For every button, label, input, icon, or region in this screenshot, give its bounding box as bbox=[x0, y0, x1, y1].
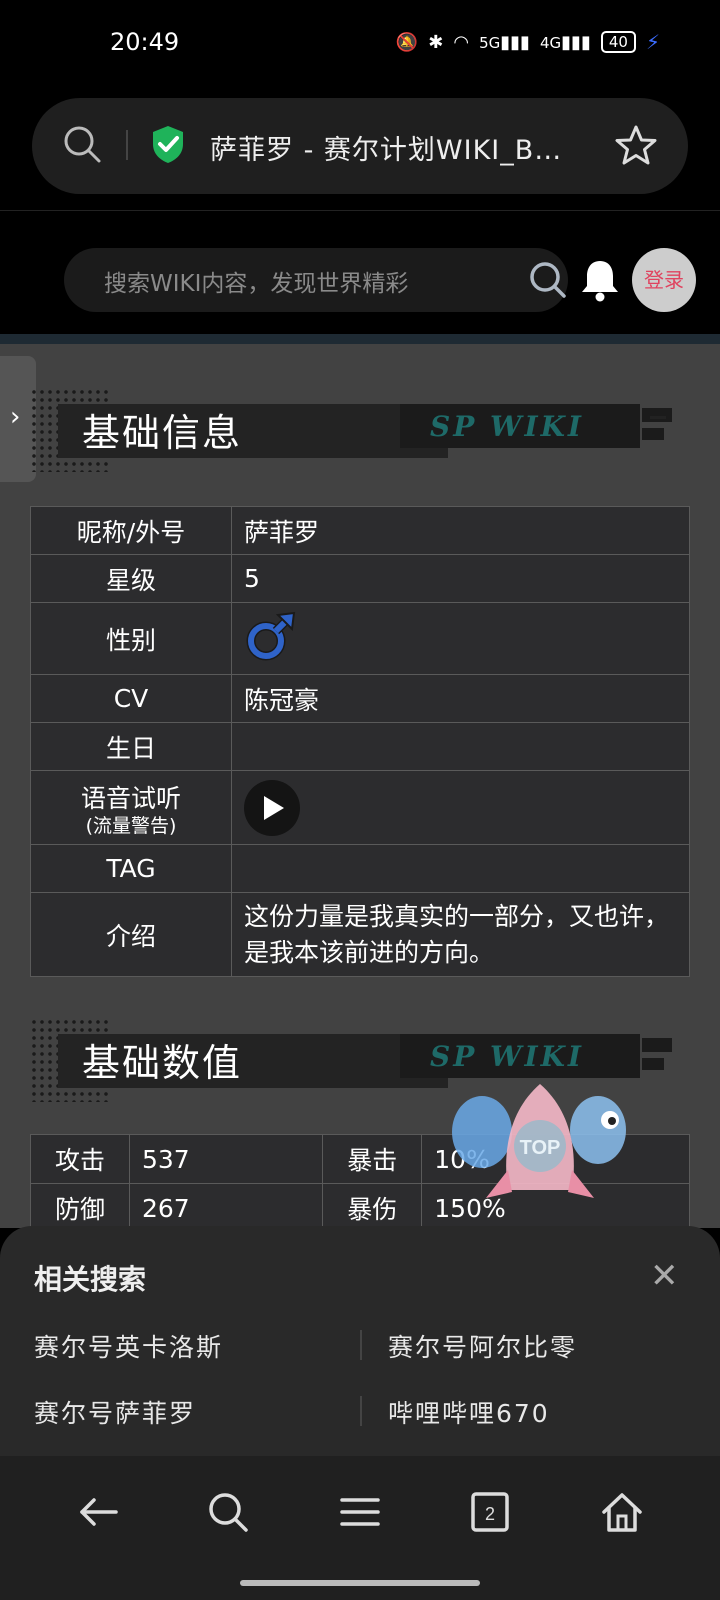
table-row: 生日 bbox=[30, 722, 690, 771]
table-row: 昵称/外号 萨菲罗 bbox=[30, 506, 690, 555]
wifi-icon: ◠ bbox=[453, 31, 470, 53]
male-symbol-icon bbox=[246, 611, 296, 660]
section-title: 基础信息 bbox=[82, 411, 243, 455]
table-key: 昵称/外号 bbox=[30, 506, 232, 555]
divider bbox=[0, 210, 720, 211]
play-button[interactable] bbox=[244, 779, 300, 836]
table-value bbox=[231, 844, 690, 893]
table-row: CV 陈冠豪 bbox=[30, 674, 690, 723]
top-label[interactable]: TOP bbox=[520, 1137, 561, 1159]
related-search-title: 相关搜索 bbox=[34, 1263, 147, 1296]
related-search-item[interactable]: 赛尔号阿尔比零 bbox=[388, 1328, 577, 1364]
table-row: 性别 bbox=[30, 602, 690, 675]
sp-wiki-logo-text: SP WIKI bbox=[430, 410, 584, 443]
search-icon[interactable] bbox=[62, 124, 102, 164]
table-value: 5 bbox=[231, 554, 690, 603]
search-icon[interactable] bbox=[206, 1490, 250, 1534]
table-row: 语音试听 (流量警告) bbox=[30, 770, 690, 845]
battery-icon: 40 bbox=[600, 31, 636, 53]
site-search-placeholder: 搜索WIKI内容，发现世界精彩 bbox=[104, 271, 409, 297]
content-top-strip bbox=[0, 334, 720, 344]
home-icon[interactable] bbox=[600, 1490, 644, 1534]
back-to-top-rocket-icon[interactable]: TOP bbox=[450, 1080, 630, 1230]
table-row: 星级 5 bbox=[30, 554, 690, 603]
tabs-icon[interactable]: 2 bbox=[468, 1490, 512, 1534]
sp-wiki-logo-text: SP WIKI bbox=[430, 1040, 584, 1073]
divider bbox=[360, 1330, 362, 1360]
home-indicator[interactable] bbox=[240, 1580, 480, 1586]
stat-key: 攻击 bbox=[30, 1134, 130, 1184]
decorative-tick bbox=[642, 1038, 672, 1052]
svg-text:2: 2 bbox=[485, 1504, 495, 1524]
table-value: 这份力量是我真实的一部分，又也许，是我本该前进的方向。 bbox=[231, 892, 690, 977]
table-value: 陈冠豪 bbox=[231, 674, 690, 723]
decorative-tick bbox=[642, 1058, 664, 1070]
decorative-tick bbox=[650, 416, 666, 419]
signal-5g-icon: 5G▮▮▮ bbox=[479, 31, 530, 53]
related-search-item[interactable]: 赛尔号英卡洛斯 bbox=[34, 1328, 223, 1364]
url-title[interactable]: 萨菲罗 - 赛尔计划WIKI_B… bbox=[210, 128, 590, 167]
table-key: 星级 bbox=[30, 554, 232, 603]
bluetooth-icon: ✱ bbox=[428, 31, 444, 53]
table-key: 介绍 bbox=[30, 892, 232, 977]
table-key: 语音试听 (流量警告) bbox=[30, 770, 232, 845]
section-title: 基础数值 bbox=[82, 1041, 243, 1085]
status-time: 20:49 bbox=[110, 28, 180, 56]
table-value bbox=[231, 722, 690, 771]
decorative-tick bbox=[642, 408, 672, 422]
divider bbox=[126, 130, 128, 160]
chevron-right-icon[interactable]: › bbox=[10, 402, 20, 432]
charging-icon: ⚡ bbox=[645, 30, 660, 54]
divider bbox=[360, 1396, 362, 1426]
bookmark-star-icon[interactable] bbox=[614, 124, 658, 168]
menu-icon[interactable] bbox=[338, 1490, 382, 1534]
table-value bbox=[231, 770, 690, 845]
table-value bbox=[231, 602, 690, 675]
search-icon[interactable] bbox=[528, 260, 568, 300]
section-header-basic-info: SP WIKI 基础信息 bbox=[30, 388, 690, 478]
status-icons: 🔕 ✱ ◠ 5G▮▮▮ 4G▮▮▮ 40 ⚡ bbox=[396, 30, 660, 54]
basic-info-table: 昵称/外号 萨菲罗 星级 5 性别 CV 陈冠豪 生日 语音试听 (流量警告) bbox=[30, 506, 690, 977]
decorative-tick bbox=[642, 428, 664, 440]
login-button[interactable]: 登录 bbox=[632, 248, 696, 312]
back-arrow-icon[interactable] bbox=[76, 1490, 120, 1534]
secure-shield-icon[interactable] bbox=[150, 124, 186, 164]
sp-wiki-logo: SP WIKI bbox=[400, 1034, 640, 1078]
table-key: 生日 bbox=[30, 722, 232, 771]
bell-icon[interactable] bbox=[578, 256, 622, 304]
voice-preview-label: 语音试听 bbox=[80, 783, 181, 813]
close-icon[interactable]: ✕ bbox=[650, 1256, 679, 1296]
data-warning-label: (流量警告) bbox=[85, 814, 177, 837]
table-row: 介绍 这份力量是我真实的一部分，又也许，是我本该前进的方向。 bbox=[30, 892, 690, 977]
related-search-item[interactable]: 赛尔号萨菲罗 bbox=[34, 1394, 196, 1430]
play-icon[interactable] bbox=[258, 793, 286, 823]
table-key: 性别 bbox=[30, 602, 232, 675]
table-key: TAG bbox=[30, 844, 232, 893]
sp-wiki-logo: SP WIKI bbox=[400, 404, 640, 448]
signal-4g-icon: 4G▮▮▮ bbox=[539, 31, 591, 53]
table-key: CV bbox=[30, 674, 232, 723]
table-row: TAG bbox=[30, 844, 690, 893]
stat-key: 暴击 bbox=[322, 1134, 423, 1184]
mute-icon: 🔕 bbox=[395, 31, 419, 53]
table-value: 萨菲罗 bbox=[231, 506, 690, 555]
stat-value: 537 bbox=[128, 1134, 324, 1184]
related-search-item[interactable]: 哔哩哔哩670 bbox=[388, 1394, 550, 1430]
